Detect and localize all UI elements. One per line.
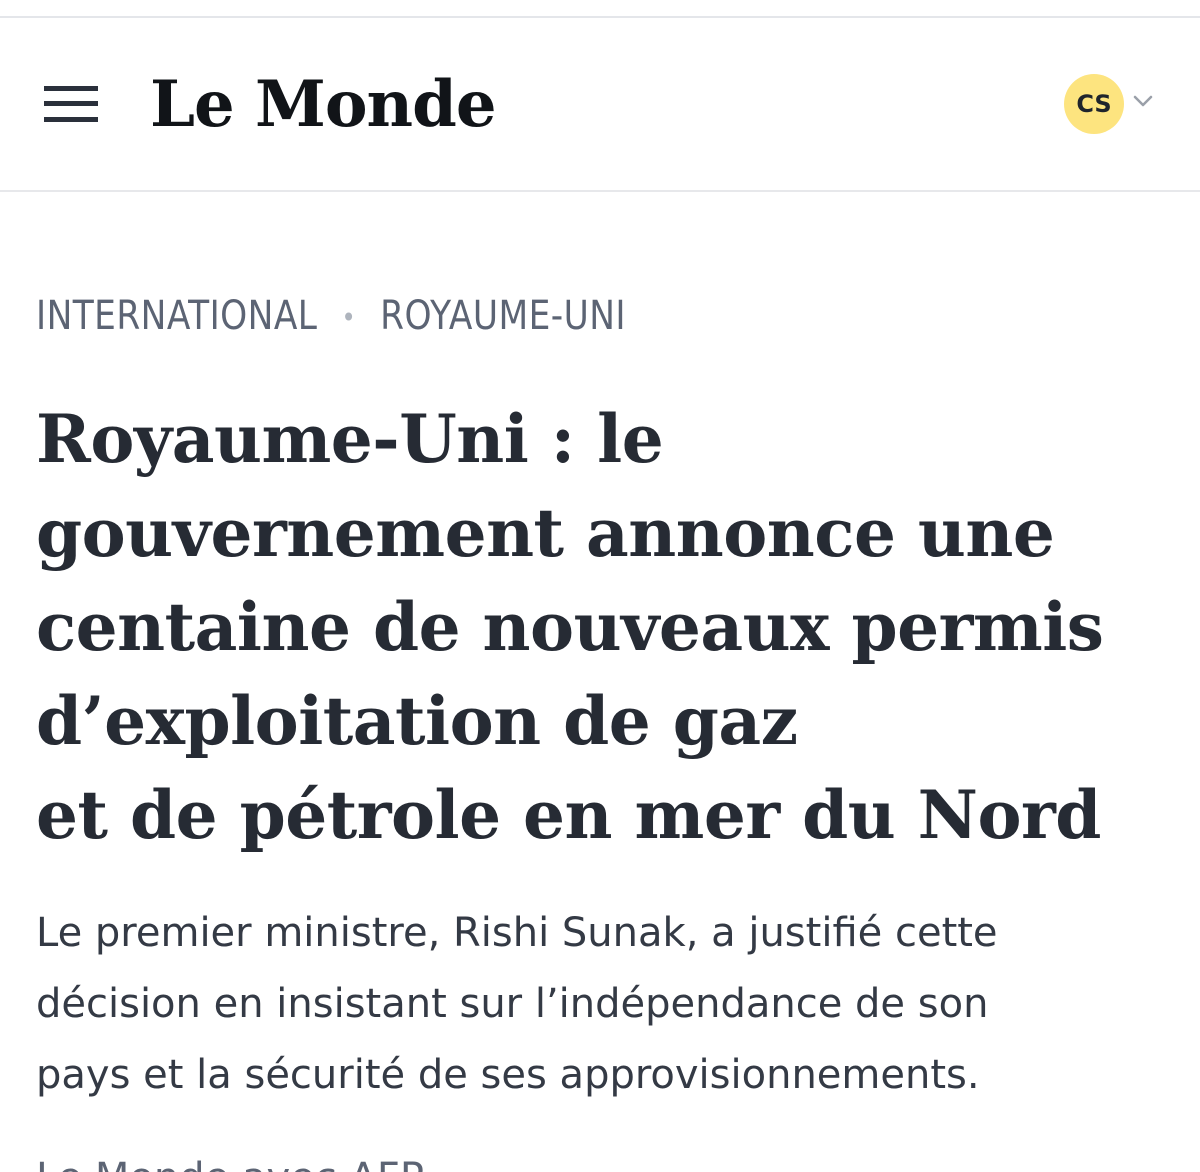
article-page: Le Monde CS INTERNATIONAL • ROYAUME-UNI Ro…: [0, 0, 1200, 1172]
chevron-down-icon[interactable]: [1132, 90, 1154, 112]
breadcrumb: INTERNATIONAL • ROYAUME-UNI: [36, 286, 626, 346]
avatar[interactable]: CS: [1064, 74, 1124, 134]
menu-bar: [44, 101, 98, 106]
account-menu-button[interactable]: CS: [1062, 74, 1162, 134]
site-logo[interactable]: Le Monde: [150, 60, 497, 150]
headline-line: Royaume-Uni : le: [36, 400, 664, 478]
lead-line: Le premier ministre, Rishi Sunak, a just…: [36, 910, 998, 956]
hamburger-menu-icon[interactable]: [40, 84, 100, 134]
headline-line: d’exploitation de gaz: [36, 682, 798, 760]
headline-line: et de pétrole en mer du Nord: [36, 776, 1101, 854]
menu-bar: [44, 86, 98, 91]
article-byline: Le Monde avec AFP: [36, 1148, 424, 1172]
breadcrumb-item-international[interactable]: INTERNATIONAL: [36, 293, 317, 339]
menu-bar: [44, 117, 98, 122]
breadcrumb-item-royaume-uni[interactable]: ROYAUME-UNI: [380, 293, 626, 339]
headline-line: centaine de nouveaux permis: [36, 588, 1104, 666]
lead-line: décision en insistant sur l’indépendance…: [36, 981, 989, 1027]
article-headline: Royaume-Uni : le gouvernement annonce un…: [36, 392, 1176, 862]
lead-line: pays et la sécurité de ses approvisionne…: [36, 1052, 980, 1098]
site-header: Le Monde CS: [0, 18, 1200, 190]
headline-line: gouvernement annonce une: [36, 494, 1055, 572]
article-lead: Le premier ministre, Rishi Sunak, a just…: [36, 898, 1176, 1111]
breadcrumb-separator: •: [341, 301, 357, 334]
header-divider: [0, 190, 1200, 192]
